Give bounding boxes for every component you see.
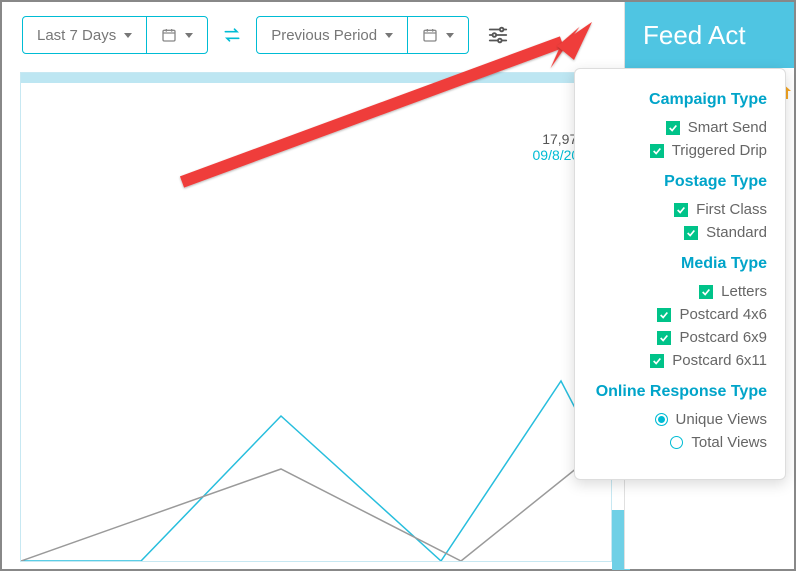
filter-checkbox-row[interactable]: Smart Send — [593, 119, 767, 136]
chart-series-b — [21, 439, 612, 561]
filter-section-title: Postage Type — [593, 173, 767, 191]
radio-unselected-icon — [670, 436, 683, 449]
filter-option-label: Unique Views — [676, 411, 767, 428]
filter-option-label: Postcard 4x6 — [679, 306, 767, 323]
chevron-down-icon — [385, 33, 393, 38]
swap-button[interactable] — [222, 25, 242, 45]
checkbox-checked-icon — [684, 226, 698, 240]
filter-option-label: Total Views — [691, 434, 767, 451]
chart-header-strip — [21, 73, 611, 83]
filter-section-title: Media Type — [593, 255, 767, 273]
compare-range-label: Previous Period — [271, 27, 377, 44]
date-range-label: Last 7 Days — [37, 27, 116, 44]
filter-toggle-button[interactable] — [487, 24, 509, 46]
filter-option-label: Standard — [706, 224, 767, 241]
checkbox-checked-icon — [657, 331, 671, 345]
filter-option-label: First Class — [696, 201, 767, 218]
chevron-down-icon — [124, 33, 132, 38]
filter-radio-row[interactable]: Unique Views — [593, 411, 767, 428]
chart-area: 17,97 09/8/202 — [20, 72, 612, 562]
checkbox-checked-icon — [699, 285, 713, 299]
checkbox-checked-icon — [650, 354, 664, 368]
checkbox-checked-icon — [657, 308, 671, 322]
filter-checkbox-row[interactable]: Postcard 4x6 — [593, 306, 767, 323]
calendar-icon — [422, 27, 438, 43]
swap-icon — [222, 25, 242, 45]
compare-range-dropdown[interactable]: Previous Period — [257, 17, 407, 53]
checkbox-checked-icon — [674, 203, 688, 217]
date-range-dropdown[interactable]: Last 7 Days — [23, 17, 146, 53]
line-chart — [21, 331, 612, 561]
filter-radio-row[interactable]: Total Views — [593, 434, 767, 451]
filter-section-title: Online Response Type — [593, 383, 767, 401]
chart-series-a — [21, 381, 612, 561]
sidebar-title: Feed Act — [625, 2, 794, 68]
filter-option-label: Postcard 6x9 — [679, 329, 767, 346]
date-range-calendar-button[interactable] — [146, 17, 207, 53]
filter-checkbox-row[interactable]: Standard — [593, 224, 767, 241]
compare-range-calendar-button[interactable] — [407, 17, 468, 53]
filter-checkbox-row[interactable]: First Class — [593, 201, 767, 218]
filter-option-label: Triggered Drip — [672, 142, 767, 159]
filter-panel: Campaign Type Smart Send Triggered Drip … — [574, 68, 786, 480]
radio-selected-icon — [655, 413, 668, 426]
compare-range-group: Previous Period — [256, 16, 469, 54]
filter-checkbox-row[interactable]: Postcard 6x9 — [593, 329, 767, 346]
filter-section-title: Campaign Type — [593, 91, 767, 109]
sliders-icon — [487, 24, 509, 46]
calendar-icon — [161, 27, 177, 43]
filter-checkbox-row[interactable]: Letters — [593, 283, 767, 300]
checkbox-checked-icon — [666, 121, 680, 135]
filter-option-label: Smart Send — [688, 119, 767, 136]
filter-checkbox-row[interactable]: Triggered Drip — [593, 142, 767, 159]
filter-checkbox-row[interactable]: Postcard 6x11 — [593, 352, 767, 369]
chevron-down-icon — [446, 33, 454, 38]
checkbox-checked-icon — [650, 144, 664, 158]
filter-option-label: Postcard 6x11 — [672, 352, 767, 369]
filter-option-label: Letters — [721, 283, 767, 300]
chevron-down-icon — [185, 33, 193, 38]
date-range-group: Last 7 Days — [22, 16, 208, 54]
